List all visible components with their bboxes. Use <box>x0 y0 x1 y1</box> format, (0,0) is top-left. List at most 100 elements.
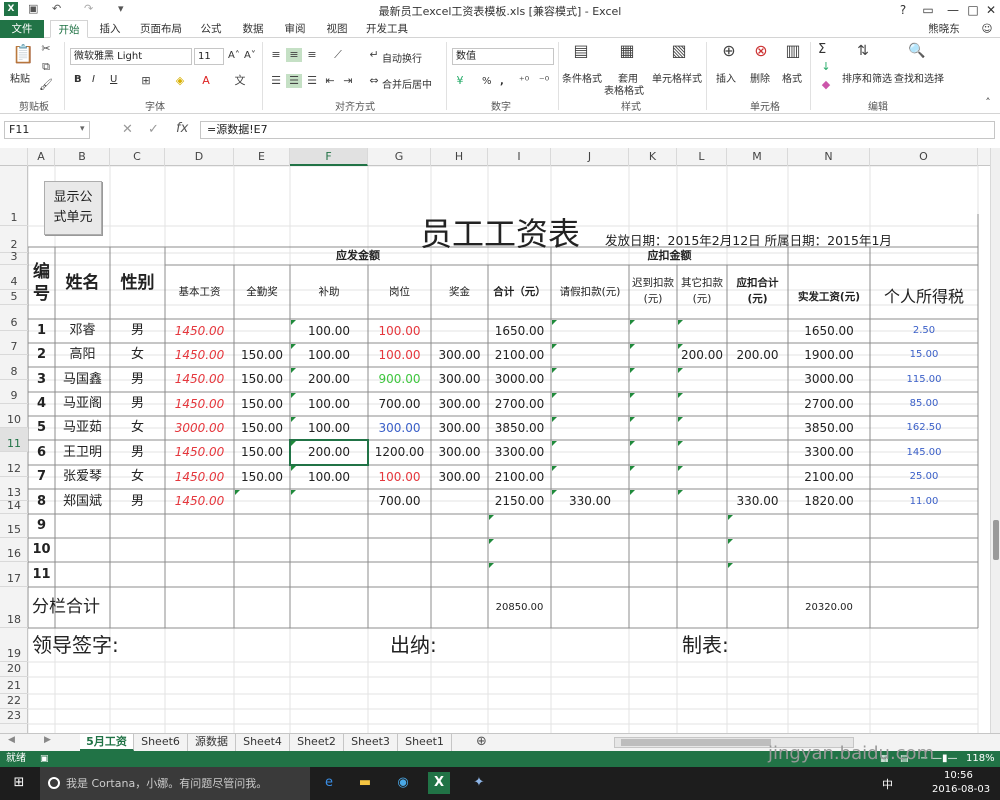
header-deduct[interactable]: 应扣金额 <box>551 247 788 265</box>
align-right-icon[interactable]: ☰ <box>304 74 320 88</box>
edge-browser-icon[interactable]: e <box>318 772 340 794</box>
cell-net-pay[interactable] <box>788 514 870 538</box>
cell-base-salary[interactable]: 1450.00 <box>165 465 234 489</box>
tab-insert[interactable]: 插入 <box>92 20 128 38</box>
tab-page-layout[interactable]: 页面布局 <box>136 20 186 38</box>
row-header-5[interactable]: 5 <box>0 290 28 305</box>
cell-deduct-total[interactable] <box>727 319 788 343</box>
name-box[interactable]: F11 <box>4 121 90 139</box>
cell-no[interactable]: 5 <box>28 416 55 440</box>
cell-gender[interactable] <box>110 514 165 538</box>
cell-deduct-total[interactable] <box>727 392 788 416</box>
cell-net-pay[interactable]: 1900.00 <box>788 343 870 367</box>
column-header-j[interactable]: J <box>551 148 629 166</box>
help-button[interactable]: ? <box>890 0 916 20</box>
insert-cells-icon[interactable]: ⊕ <box>718 43 740 66</box>
row-header-11[interactable]: 11 <box>0 428 28 452</box>
cell-post[interactable] <box>368 562 431 587</box>
sheet-tab-sheet1[interactable]: Sheet1 <box>398 734 452 751</box>
cell-income-tax[interactable]: 15.00 <box>870 343 978 367</box>
cell-income-tax[interactable] <box>870 562 978 587</box>
cell-base-salary[interactable] <box>165 514 234 538</box>
cell-net-pay[interactable]: 2100.00 <box>788 465 870 489</box>
header-payable[interactable]: 应发金额 <box>165 247 551 265</box>
column-header-l[interactable]: L <box>677 148 727 166</box>
collapse-ribbon-icon[interactable]: ˄ <box>980 96 996 110</box>
cell-income-tax[interactable] <box>870 538 978 562</box>
tab-data[interactable]: 数据 <box>236 20 270 38</box>
header-post[interactable]: 岗位 <box>368 265 431 319</box>
cell-leave-deduct[interactable] <box>551 392 629 416</box>
row-header-13[interactable]: 13 <box>0 477 28 501</box>
header-bonus[interactable]: 奖金 <box>431 265 488 319</box>
cell-attendance[interactable] <box>234 489 290 514</box>
sheet-tab-sheet2[interactable]: Sheet2 <box>290 734 344 751</box>
header-subsidy[interactable]: 补助 <box>290 265 368 319</box>
name-box-dropdown-icon[interactable]: ▾ <box>80 124 85 134</box>
column-header-a[interactable]: A <box>28 148 55 166</box>
cell-name[interactable]: 王卫明 <box>55 440 110 465</box>
cell-no[interactable]: 11 <box>28 562 55 587</box>
cell-other-deduct[interactable] <box>677 489 727 514</box>
row-header-9[interactable]: 9 <box>0 380 28 404</box>
column-header-m[interactable]: M <box>727 148 788 166</box>
cell-deduct-total[interactable] <box>727 367 788 392</box>
cell-leave-deduct[interactable] <box>551 562 629 587</box>
cell-gender[interactable] <box>110 538 165 562</box>
tab-home[interactable]: 开始 <box>50 20 88 38</box>
cell-deduct-total[interactable] <box>727 416 788 440</box>
cell-base-salary[interactable]: 3000.00 <box>165 416 234 440</box>
cell-net-pay[interactable] <box>788 562 870 587</box>
row-header-14[interactable]: 14 <box>0 499 28 514</box>
autosum-button[interactable]: Σ <box>818 42 826 57</box>
vertical-scroll-thumb[interactable] <box>993 520 999 560</box>
cell-post[interactable]: 700.00 <box>368 489 431 514</box>
clock-date[interactable]: 2016-08-03 <box>932 784 990 795</box>
cell-bonus[interactable] <box>431 319 488 343</box>
cell-no[interactable]: 9 <box>28 514 55 538</box>
cell-late-deduct[interactable] <box>629 465 677 489</box>
app-taskbar-icon[interactable]: ✦ <box>468 772 490 794</box>
comma-button[interactable]: , <box>500 76 504 87</box>
increase-decimal-icon[interactable]: ⁺⁰ <box>516 74 532 88</box>
cell-attendance[interactable]: 150.00 <box>234 465 290 489</box>
zoom-level[interactable]: 118% <box>966 751 995 767</box>
column-header-e[interactable]: E <box>234 148 290 166</box>
increase-indent-icon[interactable]: ⇥ <box>340 74 356 88</box>
tab-developer[interactable]: 开发工具 <box>362 20 412 38</box>
row-header-22[interactable]: 22 <box>0 694 28 709</box>
format-as-table-button-l2[interactable]: 表格格式 <box>604 82 644 97</box>
add-sheet-button[interactable]: ⊕ <box>476 734 487 749</box>
tab-view[interactable]: 视图 <box>320 20 354 38</box>
font-name-select[interactable]: 微软雅黑 Light <box>70 48 192 65</box>
row-header-1[interactable]: 1 <box>0 166 28 226</box>
cell-bonus[interactable]: 300.00 <box>431 367 488 392</box>
row-header-23[interactable]: 23 <box>0 709 28 724</box>
decrease-decimal-icon[interactable]: ⁻⁰ <box>536 74 552 88</box>
cell-bonus[interactable]: 300.00 <box>431 465 488 489</box>
cell-attendance[interactable]: 150.00 <box>234 416 290 440</box>
cell-gender[interactable]: 女 <box>110 465 165 489</box>
font-color-icon[interactable]: A <box>198 74 214 88</box>
cell-net-pay[interactable]: 2700.00 <box>788 392 870 416</box>
cell-attendance[interactable]: 150.00 <box>234 392 290 416</box>
format-cells-button[interactable]: 格式 <box>782 70 802 85</box>
cell-other-deduct[interactable] <box>677 465 727 489</box>
sort-filter-button[interactable]: 排序和筛选 <box>842 70 892 85</box>
cell-name[interactable]: 张爱琴 <box>55 465 110 489</box>
sign-leader-label[interactable]: 领导签字: <box>32 630 200 660</box>
header-attendance[interactable]: 全勤奖 <box>234 265 290 319</box>
cell-attendance[interactable]: 150.00 <box>234 343 290 367</box>
find-select-icon[interactable]: 🔍 <box>906 44 928 66</box>
cell-income-tax[interactable]: 145.00 <box>870 440 978 465</box>
column-header-h[interactable]: H <box>431 148 488 166</box>
cell-subsidy[interactable] <box>290 562 368 587</box>
format-cells-icon[interactable]: ▥ <box>782 43 804 66</box>
sheet-tab-sheet6[interactable]: Sheet6 <box>134 734 188 751</box>
cell-bonus[interactable] <box>431 538 488 562</box>
cell-total[interactable]: 2100.00 <box>488 343 551 367</box>
cell-total[interactable] <box>488 562 551 587</box>
cell-gender[interactable]: 女 <box>110 416 165 440</box>
cell-name[interactable] <box>55 562 110 587</box>
subtotal-net-pay[interactable]: 20320.00 <box>788 587 870 628</box>
